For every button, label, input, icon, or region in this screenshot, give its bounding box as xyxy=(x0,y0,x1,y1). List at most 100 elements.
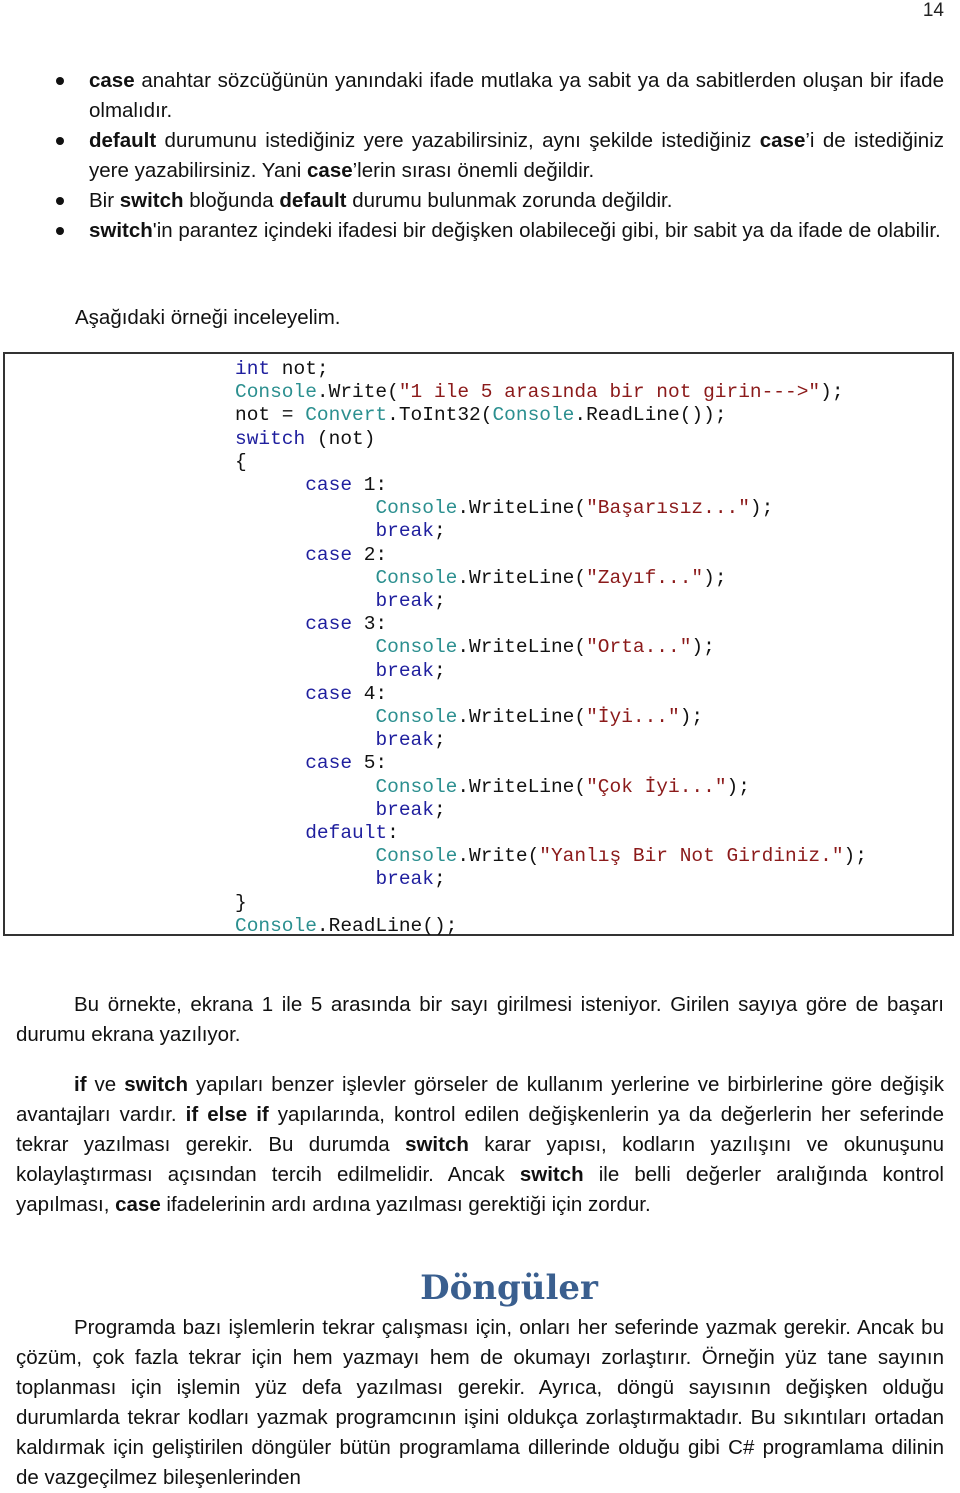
code-token: { xyxy=(235,450,247,473)
code-token: .WriteLine( xyxy=(457,497,587,520)
bold-keyword: switch xyxy=(519,1163,584,1186)
bold-keyword: switch xyxy=(89,219,153,242)
bold-keyword: case xyxy=(307,159,353,182)
code-token: } xyxy=(235,891,247,914)
code-token-type: Console xyxy=(375,497,458,520)
code-token-type: Console xyxy=(375,566,458,589)
code-token: ; xyxy=(433,868,446,891)
intro-text: Aşağıdaki örneği inceleyelim. xyxy=(75,306,341,329)
code-token: (not) xyxy=(305,427,376,450)
code-token-kw: break xyxy=(375,868,434,891)
code-token-kw: case xyxy=(305,752,353,775)
code-token-str: "Yanlış Bir Not Girdiniz." xyxy=(539,845,844,868)
bullet-icon xyxy=(56,137,64,145)
code-token-kw: break xyxy=(375,729,434,752)
code-line: case 1: xyxy=(235,474,867,497)
code-line: } xyxy=(235,892,867,915)
code-token: not = xyxy=(235,404,306,427)
bullet-item: case anahtar sözcüğünün yanındaki ifade … xyxy=(0,66,960,126)
code-token: ); xyxy=(749,497,774,520)
bold-keyword: switch xyxy=(124,1073,189,1096)
code-line: Console.ReadLine(); xyxy=(235,915,867,938)
bullet-text: case anahtar sözcüğünün yanındaki ifade … xyxy=(89,69,944,122)
paragraph-loops-intro: Programda bazı işlemlerin tekrar çalışma… xyxy=(16,1316,944,1489)
code-token: 4: xyxy=(352,682,388,705)
code-token: .Write( xyxy=(457,845,540,868)
code-line: Console.WriteLine("İyi..."); xyxy=(235,706,867,729)
code-token-type: Console xyxy=(235,381,317,404)
section-heading: Döngüler xyxy=(420,1268,598,1308)
code-token: ; xyxy=(433,520,446,543)
code-token: ); xyxy=(691,636,715,659)
bold-keyword: case xyxy=(759,129,806,152)
code-token: .ReadLine()); xyxy=(574,404,727,427)
code-token: ; xyxy=(433,590,446,613)
code-token-kw: break xyxy=(375,798,434,821)
code-line: break; xyxy=(235,660,867,683)
code-token: ; xyxy=(433,798,446,821)
code-line: break; xyxy=(235,729,867,752)
code-line: int not; xyxy=(235,358,867,381)
bold-keyword: if xyxy=(74,1073,87,1096)
code-line: Console.WriteLine("Orta..."); xyxy=(235,636,867,659)
code-token-type: Console xyxy=(375,636,458,659)
code-token-type: Convert xyxy=(305,404,388,427)
bullet-item: switch'in parantez içindeki ifadesi bir … xyxy=(0,216,960,246)
code-line: break; xyxy=(235,868,867,891)
bullet-item: default durumunu istediğiniz yere yazabi… xyxy=(0,126,960,186)
code-token: .Write( xyxy=(316,381,399,404)
code-token: 2: xyxy=(352,543,388,566)
code-line: case 2: xyxy=(235,544,867,567)
code-token-kw: break xyxy=(375,520,434,543)
bullet-item: Bir switch bloğunda default durumu bulun… xyxy=(0,186,960,216)
code-token-kw: case xyxy=(305,682,353,705)
bullet-icon xyxy=(56,197,64,205)
code-token: ; xyxy=(433,729,446,752)
code-token-type: Console xyxy=(375,845,458,868)
code-token-str: "Başarısız..." xyxy=(586,497,750,520)
bold-keyword: case xyxy=(89,69,135,92)
code-line: case 4: xyxy=(235,683,867,706)
code-token: ; xyxy=(433,659,446,682)
bold-keyword: default xyxy=(279,189,347,212)
code-token: ); xyxy=(703,566,727,589)
code-token: .WriteLine( xyxy=(457,706,587,729)
code-line: break; xyxy=(235,590,867,613)
code-line: break; xyxy=(235,520,867,543)
code-line: Console.Write("1 ile 5 arasında bir not … xyxy=(235,381,867,404)
code-token-kw: case xyxy=(305,613,353,636)
code-token-kw: case xyxy=(305,543,353,566)
bold-keyword: switch xyxy=(405,1133,469,1156)
code-token-str: "Çok İyi..." xyxy=(586,775,727,798)
code-line: switch (not) xyxy=(235,428,867,451)
bullet-text: Bir switch bloğunda default durumu bulun… xyxy=(89,189,673,212)
code-token: ); xyxy=(820,381,844,404)
code-token: .WriteLine( xyxy=(457,775,587,798)
bullet-text: default durumunu istediğiniz yere yazabi… xyxy=(89,129,945,182)
code-token: .WriteLine( xyxy=(457,636,587,659)
code-token: ); xyxy=(843,845,867,868)
paragraph-example-explanation: Bu örnekte, ekrana 1 ile 5 arasında bir … xyxy=(16,993,944,1046)
bullet-icon xyxy=(56,77,64,85)
code-line: break; xyxy=(235,799,867,822)
code-token-type: Console xyxy=(235,914,317,937)
code-token: 1: xyxy=(352,474,388,497)
code-line: not = Convert.ToInt32(Console.ReadLine()… xyxy=(235,404,867,427)
paragraph-if-switch-comparison: if ve switch yapıları benzer işlevler gö… xyxy=(16,1073,945,1216)
bullet-list: case anahtar sözcüğünün yanındaki ifade … xyxy=(0,66,960,246)
code-token: .ReadLine(); xyxy=(316,914,458,937)
code-token: 5: xyxy=(352,752,388,775)
bold-keyword: default xyxy=(89,129,157,152)
